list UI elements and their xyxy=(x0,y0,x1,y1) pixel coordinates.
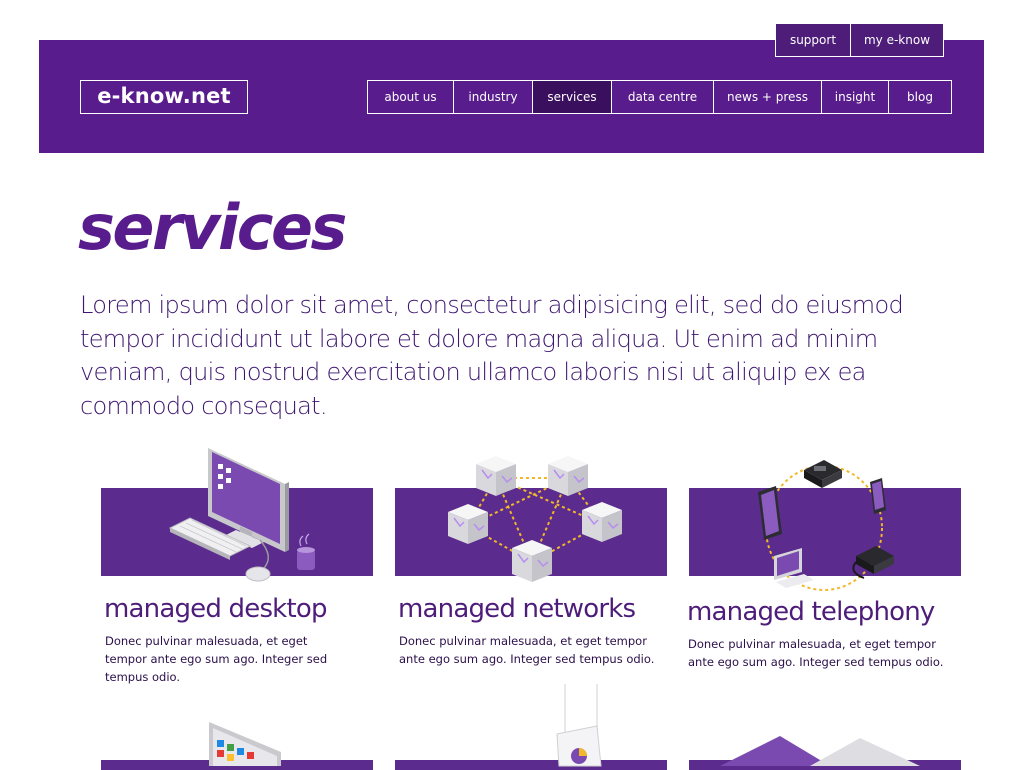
my-e-know-link[interactable]: my e-know xyxy=(850,24,944,57)
support-link[interactable]: support xyxy=(775,24,851,57)
card-band xyxy=(395,760,667,770)
service-title-managed-desktop[interactable]: managed desktop xyxy=(104,594,327,624)
hanging-sign-icon xyxy=(556,684,602,767)
network-nodes-icon xyxy=(448,456,622,582)
intro-paragraph: Lorem ipsum dolor sit amet, consectetur … xyxy=(80,291,904,420)
tablet-apps-icon xyxy=(209,722,281,766)
isometric-blocks-icon xyxy=(720,736,920,766)
nav-item-about-us[interactable]: about us xyxy=(367,80,454,114)
nav-item-data-centre[interactable]: data centre xyxy=(611,80,714,114)
telephony-devices-icon xyxy=(758,460,894,591)
service-title-managed-networks[interactable]: managed networks xyxy=(398,594,636,624)
nav-item-insight[interactable]: insight xyxy=(821,80,889,114)
page-title: services xyxy=(78,191,347,264)
nav-item-industry[interactable]: industry xyxy=(453,80,533,114)
nav-item-services[interactable]: services xyxy=(532,80,612,114)
site-logo[interactable]: e-know.net xyxy=(80,80,248,114)
service-description: Donec pulvinar malesuada, et eget tempor… xyxy=(105,634,328,684)
main-nav: about us industry services data centre n… xyxy=(367,80,952,114)
utility-links: support my e-know xyxy=(775,24,944,57)
desktop-computer-icon xyxy=(168,448,315,582)
nav-item-news-press[interactable]: news + press xyxy=(713,80,822,114)
service-description: Donec pulvinar malesuada, et eget tempor… xyxy=(688,637,944,669)
nav-item-blog[interactable]: blog xyxy=(888,80,952,114)
service-description: Donec pulvinar malesuada, et eget tempor… xyxy=(399,634,655,666)
service-title-managed-telephony[interactable]: managed telephony xyxy=(687,597,935,627)
